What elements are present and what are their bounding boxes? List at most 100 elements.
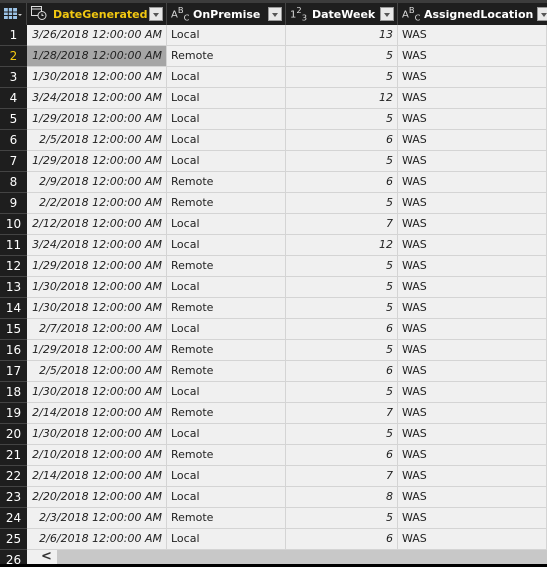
cell-dategenerated[interactable]: 1/30/2018 12:00:00 AM (27, 298, 167, 319)
cell-dateweek[interactable]: 6 (286, 319, 398, 340)
row-number[interactable]: 8 (0, 172, 27, 193)
cell-dateweek[interactable]: 5 (286, 109, 398, 130)
cell-dateweek[interactable]: 6 (286, 361, 398, 382)
cell-onpremise[interactable]: Remote (167, 46, 286, 67)
cell-onpremise[interactable]: Local (167, 88, 286, 109)
cell-dateweek[interactable]: 5 (286, 340, 398, 361)
cell-dategenerated[interactable]: 2/14/2018 12:00:00 AM (27, 466, 167, 487)
cell-assignedlocation[interactable]: WAS (398, 151, 547, 172)
cell-dateweek[interactable]: 5 (286, 424, 398, 445)
cell-dategenerated[interactable]: 1/29/2018 12:00:00 AM (27, 340, 167, 361)
row-number[interactable]: 18 (0, 382, 27, 403)
cell-assignedlocation[interactable]: WAS (398, 235, 547, 256)
cell-onpremise[interactable]: Local (167, 277, 286, 298)
cell-onpremise[interactable]: Local (167, 25, 286, 46)
row-number[interactable]: 6 (0, 130, 27, 151)
cell-dateweek[interactable]: 6 (286, 445, 398, 466)
row-number[interactable]: 14 (0, 298, 27, 319)
row-number[interactable]: 15 (0, 319, 27, 340)
cell-dategenerated[interactable]: 2/14/2018 12:00:00 AM (27, 403, 167, 424)
cell-dategenerated[interactable]: 2/12/2018 12:00:00 AM (27, 214, 167, 235)
cell-assignedlocation[interactable]: WAS (398, 382, 547, 403)
column-filter-dropdown[interactable] (149, 7, 163, 21)
cell-assignedlocation[interactable]: WAS (398, 25, 547, 46)
cell-dategenerated[interactable]: 1/28/2018 12:00:00 AM (27, 46, 167, 67)
scroll-left-button[interactable]: < (27, 550, 57, 564)
cell-assignedlocation[interactable]: WAS (398, 445, 547, 466)
cell-dategenerated[interactable]: 3/24/2018 12:00:00 AM (27, 235, 167, 256)
column-header-assignedlocation[interactable]: ABC AssignedLocation (398, 3, 547, 25)
row-number[interactable]: 2 (0, 46, 27, 67)
cell-onpremise[interactable]: Remote (167, 445, 286, 466)
column-header-dategenerated[interactable]: DateGenerated (27, 3, 167, 25)
column-filter-dropdown[interactable] (268, 7, 282, 21)
cell-dategenerated[interactable]: 1/29/2018 12:00:00 AM (27, 109, 167, 130)
cell-onpremise[interactable]: Remote (167, 193, 286, 214)
cell-onpremise[interactable]: Local (167, 151, 286, 172)
cell-onpremise[interactable]: Local (167, 109, 286, 130)
cell-dateweek[interactable]: 12 (286, 235, 398, 256)
cell-dategenerated[interactable]: 3/26/2018 12:00:00 AM (27, 25, 167, 46)
column-filter-dropdown[interactable] (380, 7, 394, 21)
cell-dateweek[interactable]: 5 (286, 508, 398, 529)
cell-dategenerated[interactable]: 2/20/2018 12:00:00 AM (27, 487, 167, 508)
cell-assignedlocation[interactable]: WAS (398, 529, 547, 550)
cell-assignedlocation[interactable]: WAS (398, 361, 547, 382)
cell-assignedlocation[interactable]: WAS (398, 130, 547, 151)
cell-assignedlocation[interactable]: WAS (398, 172, 547, 193)
cell-dategenerated[interactable]: 1/30/2018 12:00:00 AM (27, 382, 167, 403)
cell-dateweek[interactable]: 5 (286, 151, 398, 172)
cell-assignedlocation[interactable]: WAS (398, 277, 547, 298)
cell-dategenerated[interactable]: 2/3/2018 12:00:00 AM (27, 508, 167, 529)
cell-dateweek[interactable]: 8 (286, 487, 398, 508)
row-number[interactable]: 23 (0, 487, 27, 508)
cell-onpremise[interactable]: Remote (167, 508, 286, 529)
cell-dategenerated[interactable]: 2/6/2018 12:00:00 AM (27, 529, 167, 550)
cell-onpremise[interactable]: Remote (167, 403, 286, 424)
cell-dategenerated[interactable]: 2/2/2018 12:00:00 AM (27, 193, 167, 214)
cell-dategenerated[interactable]: 1/30/2018 12:00:00 AM (27, 277, 167, 298)
cell-onpremise[interactable]: Remote (167, 298, 286, 319)
row-number[interactable]: 22 (0, 466, 27, 487)
row-number[interactable]: 16 (0, 340, 27, 361)
row-number[interactable]: 17 (0, 361, 27, 382)
cell-dateweek[interactable]: 12 (286, 88, 398, 109)
cell-onpremise[interactable]: Local (167, 67, 286, 88)
cell-onpremise[interactable]: Local (167, 466, 286, 487)
cell-onpremise[interactable]: Local (167, 235, 286, 256)
column-filter-dropdown[interactable] (537, 7, 547, 21)
cell-onpremise[interactable]: Local (167, 487, 286, 508)
cell-onpremise[interactable]: Remote (167, 340, 286, 361)
cell-assignedlocation[interactable]: WAS (398, 67, 547, 88)
cell-dateweek[interactable]: 5 (286, 298, 398, 319)
row-number[interactable]: 21 (0, 445, 27, 466)
cell-assignedlocation[interactable]: WAS (398, 88, 547, 109)
cell-dategenerated[interactable]: 1/29/2018 12:00:00 AM (27, 256, 167, 277)
cell-assignedlocation[interactable]: WAS (398, 256, 547, 277)
cell-dategenerated[interactable]: 1/30/2018 12:00:00 AM (27, 424, 167, 445)
row-number[interactable]: 9 (0, 193, 27, 214)
cell-dateweek[interactable]: 5 (286, 382, 398, 403)
cell-assignedlocation[interactable]: WAS (398, 46, 547, 67)
cell-onpremise[interactable]: Local (167, 319, 286, 340)
cell-onpremise[interactable]: Remote (167, 172, 286, 193)
row-number[interactable]: 25 (0, 529, 27, 550)
row-number[interactable]: 5 (0, 109, 27, 130)
cell-dateweek[interactable]: 5 (286, 193, 398, 214)
row-number[interactable]: 24 (0, 508, 27, 529)
cell-assignedlocation[interactable]: WAS (398, 340, 547, 361)
cell-dategenerated[interactable]: 1/30/2018 12:00:00 AM (27, 67, 167, 88)
cell-assignedlocation[interactable]: WAS (398, 109, 547, 130)
cell-dategenerated[interactable]: 2/9/2018 12:00:00 AM (27, 172, 167, 193)
cell-dateweek[interactable]: 6 (286, 172, 398, 193)
cell-dategenerated[interactable]: 2/10/2018 12:00:00 AM (27, 445, 167, 466)
cell-onpremise[interactable]: Local (167, 214, 286, 235)
cell-assignedlocation[interactable]: WAS (398, 214, 547, 235)
cell-onpremise[interactable]: Local (167, 529, 286, 550)
row-number[interactable]: 4 (0, 88, 27, 109)
cell-assignedlocation[interactable]: WAS (398, 487, 547, 508)
cell-dategenerated[interactable]: 3/24/2018 12:00:00 AM (27, 88, 167, 109)
cell-assignedlocation[interactable]: WAS (398, 403, 547, 424)
cell-assignedlocation[interactable]: WAS (398, 508, 547, 529)
cell-dateweek[interactable]: 6 (286, 130, 398, 151)
